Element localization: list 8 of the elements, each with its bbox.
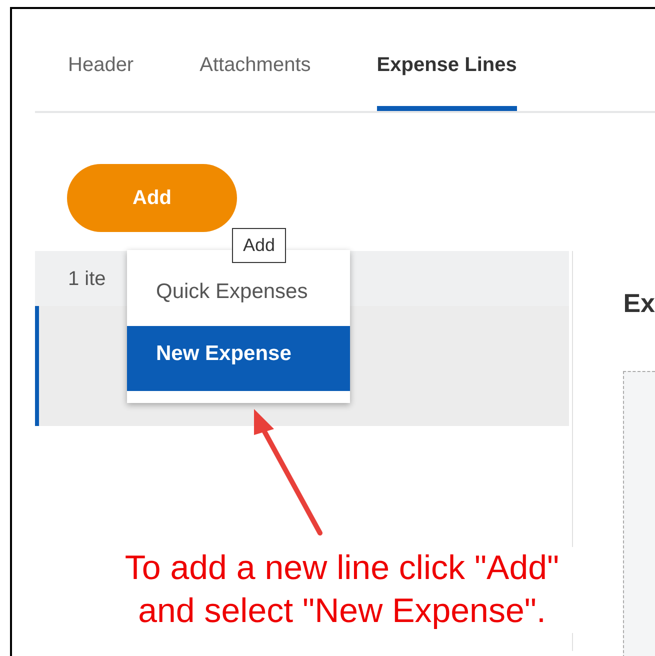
detail-heading: Ex	[623, 288, 655, 319]
tab[interactable]: Expense Lines	[376, 54, 517, 111]
menu-item[interactable]: New Expense	[127, 326, 350, 391]
tab[interactable]: Attachments	[200, 54, 311, 104]
tab[interactable]: Header	[68, 54, 134, 104]
tooltip: Add	[232, 228, 286, 263]
menu-item[interactable]: Quick Expenses	[127, 264, 350, 326]
item-count: 1 ite	[68, 268, 106, 290]
